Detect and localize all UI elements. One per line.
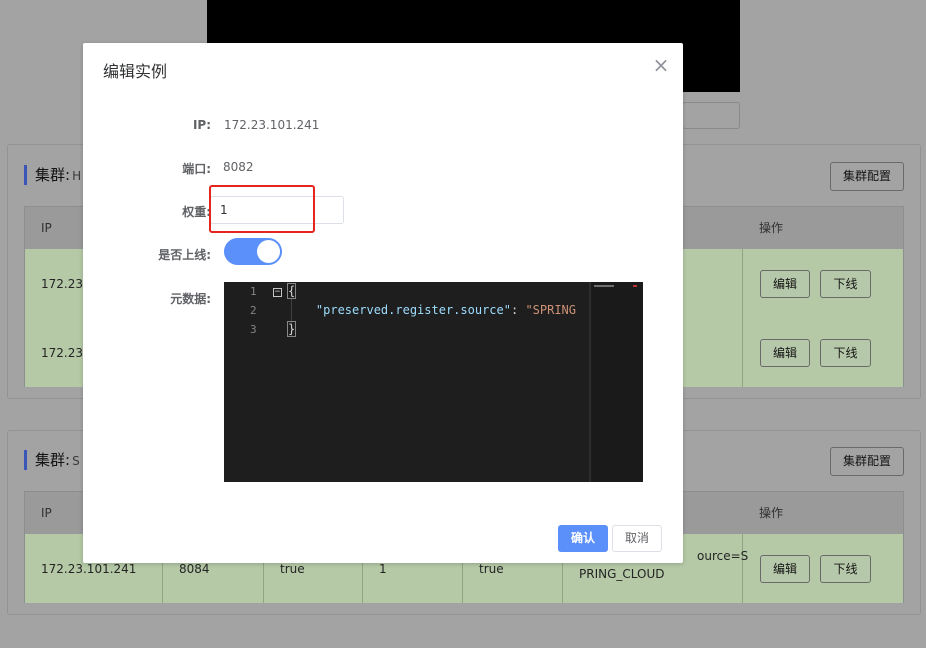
- minimap-line: [594, 285, 614, 287]
- code-line: }: [287, 321, 297, 337]
- ip-label: IP:: [192, 118, 211, 132]
- cluster-config-button[interactable]: 集群配置: [830, 162, 904, 191]
- fold-icon[interactable]: −: [273, 288, 282, 297]
- online-switch[interactable]: [224, 238, 282, 265]
- metadata-editor[interactable]: 1 2 3 − { "preserved.register.source": "…: [224, 282, 643, 482]
- cluster-title: 集群: H: [24, 165, 81, 185]
- cluster-title: 集群: S: [24, 450, 80, 470]
- code-line: {: [287, 283, 297, 299]
- dialog-title: 编辑实例: [103, 62, 168, 81]
- close-icon[interactable]: ×: [651, 55, 671, 75]
- offline-button[interactable]: 下线: [820, 270, 871, 298]
- minimap-marker: [633, 285, 637, 287]
- port-label: 端口:: [182, 162, 211, 176]
- cancel-button[interactable]: 取消: [612, 525, 662, 552]
- line-number: 1: [250, 285, 257, 298]
- port-value: 8082: [223, 160, 254, 174]
- metadata-line: PRING_CLOUD: [579, 567, 665, 581]
- line-number: 3: [250, 323, 257, 336]
- online-label: 是否上线:: [158, 248, 211, 262]
- weight-label: 权重:: [182, 205, 211, 219]
- column-actions: 操作: [759, 221, 784, 235]
- edit-instance-dialog: 编辑实例 × IP: 172.23.101.241 端口: 8082 权重: 1…: [83, 43, 683, 563]
- confirm-button[interactable]: 确认: [558, 525, 608, 552]
- minimap[interactable]: [591, 282, 643, 482]
- edit-button[interactable]: 编辑: [760, 270, 810, 298]
- editor-gutter: 1 2 3: [224, 282, 264, 482]
- edit-button[interactable]: 编辑: [760, 339, 810, 367]
- cluster-config-button[interactable]: 集群配置: [830, 447, 904, 476]
- line-number: 2: [250, 304, 257, 317]
- metadata-label: 元数据:: [170, 292, 211, 306]
- background-input[interactable]: [682, 102, 740, 129]
- offline-button[interactable]: 下线: [820, 555, 871, 583]
- ip-value: 172.23.101.241: [224, 118, 320, 132]
- edit-button[interactable]: 编辑: [760, 555, 810, 583]
- column-actions: 操作: [759, 506, 784, 520]
- switch-knob: [257, 240, 280, 263]
- offline-button[interactable]: 下线: [820, 339, 871, 367]
- weight-input[interactable]: 1: [210, 196, 344, 224]
- code-line: "preserved.register.source": "SPRING: [315, 303, 577, 317]
